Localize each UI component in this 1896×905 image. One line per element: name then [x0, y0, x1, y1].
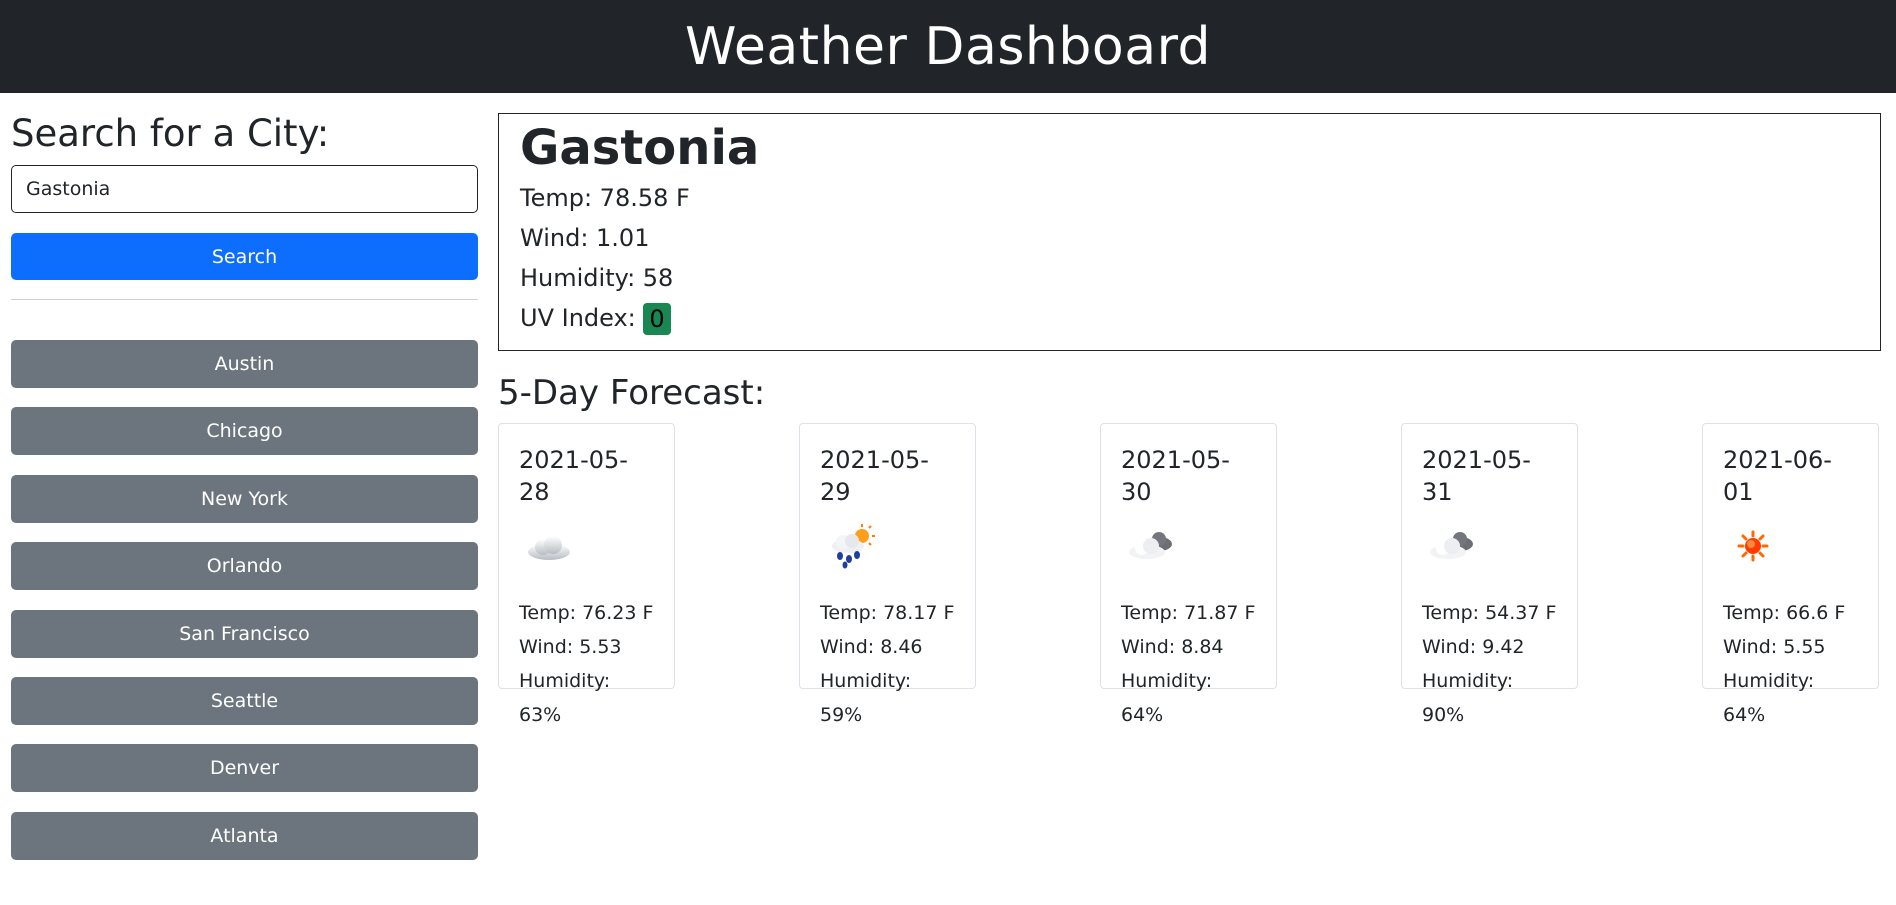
forecast-temp: Temp: 71.87 F [1121, 602, 1256, 624]
forecast-temp: Temp: 78.17 F [820, 602, 955, 624]
forecast-date: 2021-05-31 [1422, 446, 1531, 506]
forecast-date: 2021-06-01 [1723, 446, 1832, 506]
forecast-card: 2021-05-29 Temp: 78.17 F Wind: 8.46 Humi… [799, 423, 976, 726]
current-temp: Temp: 78.58 F [520, 184, 690, 212]
history-button-atlanta[interactable]: Atlanta [11, 811, 478, 860]
forecast-wind: Wind: 9.42 [1422, 636, 1525, 658]
forecast-wind: Wind: 8.84 [1121, 636, 1224, 658]
page-title: Weather Dashboard [684, 16, 1212, 77]
forecast-wind: Wind: 8.46 [820, 636, 923, 658]
forecast-card: 2021-05-31 Temp: 54.37 F Wind: 9.42 Humi… [1401, 423, 1578, 726]
cloud-icon [528, 536, 570, 560]
forecast-card: 2021-05-30 Temp: 71.87 F Wind: 8.84 Humi… [1100, 423, 1277, 726]
search-input[interactable] [11, 165, 478, 213]
search-button[interactable]: Search [11, 233, 478, 280]
forecast-humidity: Humidity: 64% [1723, 670, 1815, 726]
forecast-date: 2021-05-30 [1121, 446, 1230, 506]
uv-label: UV Index: [520, 304, 636, 332]
forecast-wind: Wind: 5.53 [519, 636, 622, 658]
app-frame: Weather Dashboard Search for a City: Sea… [0, 0, 1896, 905]
forecast-humidity: Humidity: 63% [519, 670, 611, 726]
forecast-wind: Wind: 5.55 [1723, 636, 1826, 658]
forecast-card: 2021-05-28 Temp: 76.23 F Wind: 5.53 Humi… [498, 423, 675, 726]
current-uv-row: UV Index: 0 [520, 298, 1859, 338]
history-button-san-francisco[interactable]: San Francisco [11, 609, 478, 658]
forecast-humidity: Humidity: 64% [1121, 670, 1213, 726]
history-button-seattle[interactable]: Seattle [11, 676, 478, 725]
sidebar: Search for a City: Search Austin Chicago… [11, 112, 478, 860]
history-button-chicago[interactable]: Chicago [11, 407, 478, 456]
sidebar-divider [11, 299, 478, 300]
forecast-temp: Temp: 76.23 F [519, 602, 654, 624]
history-button-new-york[interactable]: New York [11, 474, 478, 523]
forecast-humidity: Humidity: 59% [820, 670, 912, 726]
forecast-temp: Temp: 54.37 F [1422, 602, 1557, 624]
forecast-temp: Temp: 66.6 F [1723, 602, 1846, 624]
app-header: Weather Dashboard [0, 0, 1896, 93]
forecast-humidity: Humidity: 90% [1422, 670, 1514, 726]
forecast-date: 2021-05-29 [820, 446, 929, 506]
search-history: Austin Chicago New York Orlando San Fran… [11, 340, 478, 879]
current-city-name: Gastonia [520, 120, 760, 176]
history-button-orlando[interactable]: Orlando [11, 542, 478, 591]
sun-icon [1737, 530, 1769, 562]
uv-index-badge: 0 [643, 303, 671, 335]
forecast-card: 2021-06-01 Temp: 66.6 F Wind: 5.55 Humid… [1702, 423, 1879, 726]
forecast-date: 2021-05-28 [519, 446, 628, 506]
overcast-cloud-icon [1430, 532, 1473, 559]
current-weather-card: Gastonia Temp: 78.58 F Wind: 1.01 Humidi… [498, 113, 1881, 351]
current-humidity: Humidity: 58 [520, 264, 674, 292]
current-wind: Wind: 1.01 [520, 224, 650, 252]
forecast-heading: 5-Day Forecast: [498, 373, 766, 413]
overcast-cloud-icon [1129, 532, 1172, 559]
history-button-denver[interactable]: Denver [11, 744, 478, 793]
rain-sun-icon [832, 524, 875, 569]
search-heading: Search for a City: [11, 112, 330, 155]
history-button-austin[interactable]: Austin [11, 340, 478, 388]
